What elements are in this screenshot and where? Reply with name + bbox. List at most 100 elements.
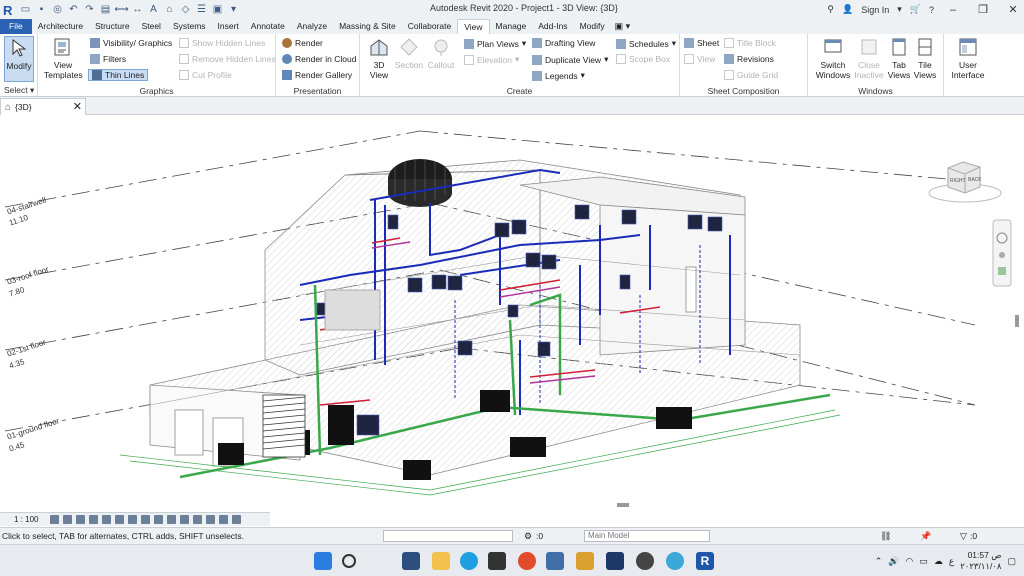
section-icon[interactable]: ◇ <box>179 3 192 16</box>
help-icon[interactable]: ? <box>929 5 934 15</box>
open-icon[interactable]: ▭ <box>19 3 32 16</box>
switch-windows-button[interactable]: Switch Windows <box>814 36 852 80</box>
file-explorer-icon[interactable] <box>432 552 450 570</box>
ribbon-minimize-icon[interactable]: ▣ ▾ <box>611 19 635 34</box>
cut-profile-button[interactable]: Cut Profile <box>179 70 232 80</box>
crop-view-icon[interactable] <box>115 515 125 524</box>
view-tab-3d[interactable]: ⌂ {3D} ✕ <box>0 98 86 115</box>
minimize-button[interactable]: – <box>942 4 964 16</box>
tag-icon[interactable]: A <box>147 3 160 16</box>
active-workset-field[interactable] <box>383 530 513 542</box>
sign-in-link[interactable]: Sign In <box>861 5 889 15</box>
close-icon[interactable]: ✕ <box>73 100 82 113</box>
sheet-button[interactable]: Sheet <box>684 38 719 48</box>
worksharing-display-icon[interactable] <box>180 515 190 524</box>
view-templates-button[interactable]: View Templates <box>44 36 83 80</box>
worksets-icon[interactable]: ⚙ <box>524 531 532 542</box>
sun-path-icon[interactable] <box>76 515 86 524</box>
plan-views-button[interactable]: Plan Views ▾ <box>464 38 526 49</box>
modify-button[interactable]: Modify <box>4 36 34 82</box>
temporary-hide-icon[interactable] <box>154 515 164 524</box>
reveal-constraints-icon[interactable] <box>232 515 242 524</box>
binoculars-icon[interactable]: ⚲ <box>827 4 834 15</box>
speaker-icon[interactable]: 🔊 <box>888 556 899 567</box>
tab-add-ins[interactable]: Add-Ins <box>532 19 573 34</box>
scale-selector[interactable]: 1 : 100 <box>14 515 38 524</box>
chrome-icon[interactable] <box>518 552 536 570</box>
shadows-icon[interactable] <box>89 515 99 524</box>
tab-structure[interactable]: Structure <box>89 19 136 34</box>
thin-lines-button[interactable]: Thin Lines <box>88 69 149 81</box>
remove-hidden-lines-button[interactable]: Remove Hidden Lines <box>179 54 276 64</box>
tab-steel[interactable]: Steel <box>136 19 167 34</box>
tab-manage[interactable]: Manage <box>490 19 533 34</box>
drafting-view-button[interactable]: Drafting View <box>532 38 595 48</box>
battery-icon[interactable]: ▭ <box>919 556 928 567</box>
render-gallery-button[interactable]: Render Gallery <box>282 70 352 80</box>
tab-massing-site[interactable]: Massing & Site <box>333 19 402 34</box>
render-in-cloud-button[interactable]: Render in Cloud <box>282 54 356 64</box>
select-dropdown[interactable]: Select ▾ <box>0 85 37 96</box>
revit-taskbar-icon[interactable]: R <box>696 552 714 570</box>
schedules-button[interactable]: Schedules ▾ <box>616 38 676 49</box>
rendering-dialog-icon[interactable] <box>102 515 112 524</box>
chevron-down-icon[interactable]: ▾ <box>897 4 902 15</box>
print-icon[interactable]: ▤ <box>99 3 112 16</box>
drawing-area[interactable]: RIGHT BACK 04-stairwell 11.10 03-roof fl… <box>0 115 1024 510</box>
thin-lines-icon[interactable]: ☰ <box>195 3 208 16</box>
select-links-icon[interactable]: ⛓ <box>880 531 891 542</box>
undo-icon[interactable]: ↶ <box>67 3 80 16</box>
wifi-icon[interactable]: ◠ <box>905 556 913 567</box>
callout-button[interactable]: Callout <box>426 36 456 70</box>
lock-3d-view-icon[interactable] <box>141 515 151 524</box>
temporary-view-properties-icon[interactable] <box>193 515 203 524</box>
redo-icon[interactable]: ↷ <box>83 3 96 16</box>
tab-modify[interactable]: Modify <box>574 19 611 34</box>
view-button[interactable]: View <box>684 54 715 64</box>
close-inactive-button[interactable]: Close Inactive <box>854 36 884 80</box>
close-windows-icon[interactable]: ▣ <box>211 3 224 16</box>
filter-icon[interactable]: ▽ <box>960 531 967 542</box>
filters-button[interactable]: Filters <box>90 54 126 64</box>
highlight-displacement-icon[interactable] <box>219 515 229 524</box>
close-button[interactable]: ✕ <box>1002 3 1024 16</box>
3d-view-icon[interactable]: ⌂ <box>163 3 176 16</box>
detail-level-icon[interactable] <box>50 515 60 524</box>
tab-collaborate[interactable]: Collaborate <box>402 19 457 34</box>
notification-icon[interactable]: ▢ <box>1007 556 1016 567</box>
visual-style-icon[interactable] <box>63 515 73 524</box>
tab-insert[interactable]: Insert <box>212 19 245 34</box>
reveal-hidden-icon[interactable] <box>167 515 177 524</box>
tab-view[interactable]: View <box>457 19 490 34</box>
search-icon[interactable] <box>342 554 356 568</box>
show-crop-region-icon[interactable] <box>128 515 138 524</box>
legends-button[interactable]: Legends ▾ <box>532 70 585 81</box>
language-indicator[interactable]: ع <box>949 556 954 567</box>
guide-grid-button[interactable]: Guide Grid <box>724 70 778 80</box>
revit-logo-icon[interactable]: R <box>3 3 16 18</box>
calculator-icon[interactable] <box>546 552 564 570</box>
globe-icon[interactable] <box>666 552 684 570</box>
tab-architecture[interactable]: Architecture <box>32 19 89 34</box>
folder-icon[interactable] <box>576 552 594 570</box>
tab-annotate[interactable]: Annotate <box>245 19 291 34</box>
task-view-icon[interactable] <box>402 552 420 570</box>
measure-icon[interactable]: ⟷ <box>114 3 128 16</box>
section-button[interactable]: Section <box>394 36 424 70</box>
design-option-field[interactable]: Main Model <box>584 530 710 542</box>
store-icon[interactable] <box>488 552 506 570</box>
maximize-button[interactable]: ❐ <box>972 3 994 16</box>
start-icon[interactable] <box>314 552 332 570</box>
duplicate-view-button[interactable]: Duplicate View ▾ <box>532 54 608 65</box>
revisions-button[interactable]: Revisions <box>724 54 774 64</box>
onedrive-icon[interactable]: ☁ <box>934 556 943 567</box>
chevron-up-icon[interactable]: ⌃ <box>875 556 883 567</box>
tab-file[interactable]: File <box>0 19 32 34</box>
dimension-icon[interactable]: ↔ <box>131 3 144 16</box>
save-icon[interactable]: ▪ <box>35 3 48 16</box>
sync-icon[interactable]: ◎ <box>51 3 64 16</box>
3d-view-button[interactable]: 3D View <box>364 36 394 80</box>
app-icon[interactable] <box>606 552 624 570</box>
render-button[interactable]: Render <box>282 38 323 48</box>
tile-views-button[interactable]: Tile Views <box>912 36 938 80</box>
